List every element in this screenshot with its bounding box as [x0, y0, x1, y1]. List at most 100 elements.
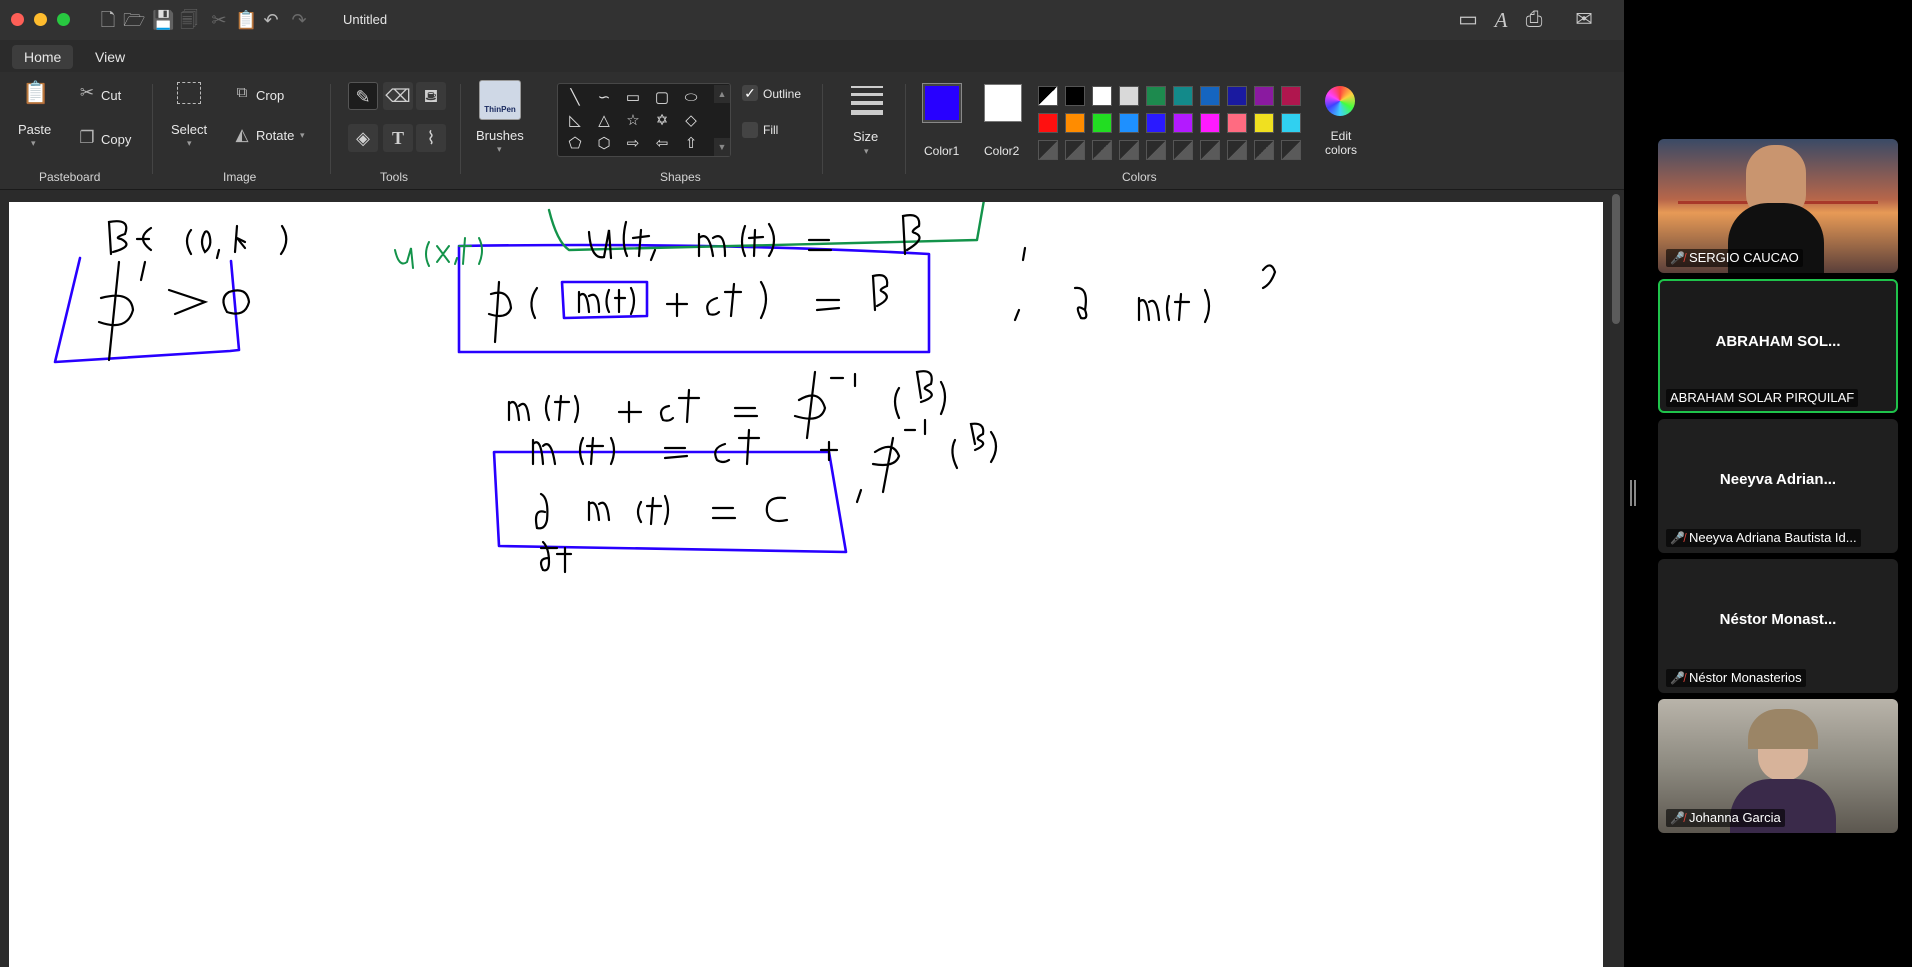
right-triangle-shape-icon[interactable]: ◺	[564, 110, 586, 132]
palette-swatch[interactable]	[1173, 86, 1193, 106]
size-lines-icon[interactable]	[851, 86, 883, 115]
rotate-button[interactable]: Rotate	[256, 128, 294, 143]
copy-button[interactable]: Copy	[101, 132, 131, 147]
palette-empty-swatch[interactable]	[1254, 140, 1274, 160]
paste-icon[interactable]: 📋	[235, 9, 257, 31]
minimize-window-button[interactable]	[34, 13, 47, 26]
palette-empty-swatch[interactable]	[1038, 140, 1058, 160]
window-layout-icon[interactable]: ▭	[1454, 7, 1482, 33]
ellipse-shape-icon[interactable]: ⬭	[680, 87, 702, 109]
palette-empty-swatch[interactable]	[1173, 140, 1193, 160]
participant-tile[interactable]: Neeyva Adrian... 🎤̸ Neeyva Adriana Bautis…	[1658, 419, 1898, 553]
palette-swatch[interactable]	[1146, 86, 1166, 106]
edit-colors-button[interactable]: Edit colors	[1322, 129, 1360, 157]
outline-checkbox[interactable]: ✓	[742, 85, 758, 101]
triangle-shape-icon[interactable]: △	[593, 110, 615, 132]
shapes-scroll-up-icon[interactable]: ▲	[714, 85, 730, 103]
zoom-window-button[interactable]	[57, 13, 70, 26]
color-wheel-icon[interactable]	[1325, 86, 1355, 116]
brushes-thumbnail-icon[interactable]: ThinPen	[479, 80, 521, 120]
cut-icon[interactable]: ✂	[208, 9, 230, 31]
palette-swatch[interactable]	[1200, 86, 1220, 106]
undo-icon[interactable]: ↶	[260, 9, 282, 31]
palette-empty-swatch[interactable]	[1065, 140, 1085, 160]
fill-checkbox[interactable]	[742, 122, 758, 138]
brushes-button[interactable]: Brushes	[476, 128, 524, 143]
rounded-rectangle-shape-icon[interactable]: ▢	[651, 87, 673, 109]
color1-swatch[interactable]	[922, 83, 962, 123]
pencil-tool-icon[interactable]: ✎	[348, 82, 378, 110]
crop-button[interactable]: Crop	[256, 88, 284, 103]
star-shape-icon[interactable]: ☆	[622, 110, 644, 132]
tab-view[interactable]: View	[83, 45, 137, 69]
palette-empty-swatch[interactable]	[1146, 140, 1166, 160]
palette-swatch[interactable]	[1254, 86, 1274, 106]
print-icon[interactable]: ⎙	[1520, 7, 1548, 33]
palette-swatch[interactable]	[1038, 113, 1058, 133]
size-dropdown-icon[interactable]: ▾	[864, 146, 869, 157]
new-file-icon[interactable]: 🗋	[97, 9, 119, 31]
eraser-tool-icon[interactable]: ⌫	[383, 82, 413, 110]
participant-tile[interactable]: 🎤̸ SERGIO CAUCAO	[1658, 139, 1898, 273]
select-marquee-icon[interactable]	[177, 82, 201, 104]
palette-swatch[interactable]	[1227, 113, 1247, 133]
close-window-button[interactable]	[11, 13, 24, 26]
participant-tile[interactable]: 🎤̸ Johanna Garcia	[1658, 699, 1898, 833]
paint-bucket-icon[interactable]: ◈	[348, 124, 378, 152]
open-folder-icon[interactable]: 🗁	[123, 9, 145, 31]
fill-bucket-tool-icon[interactable]: ⛾	[416, 82, 446, 110]
palette-swatch[interactable]	[1200, 113, 1220, 133]
redo-icon[interactable]: ↷	[288, 9, 310, 31]
shapes-scroll-down-icon[interactable]: ▼	[714, 138, 730, 156]
palette-swatch[interactable]	[1281, 86, 1301, 106]
palette-swatch[interactable]	[1173, 113, 1193, 133]
right-arrow-shape-icon[interactable]: ⇨	[622, 133, 644, 155]
palette-swatch[interactable]	[1227, 86, 1247, 106]
brushes-dropdown-icon[interactable]: ▾	[497, 144, 502, 155]
line-shape-icon[interactable]: ╲	[564, 87, 586, 109]
rotate-dropdown-icon[interactable]: ▾	[300, 130, 305, 141]
text-tool-icon[interactable]: T	[383, 124, 413, 152]
up-arrow-shape-icon[interactable]: ⇧	[680, 133, 702, 155]
diamond-shape-icon[interactable]: ◇	[680, 110, 702, 132]
left-arrow-shape-icon[interactable]: ⇦	[651, 133, 673, 155]
palette-swatch[interactable]	[1119, 113, 1139, 133]
curve-shape-icon[interactable]: ∽	[593, 87, 615, 109]
sidebar-resize-handle[interactable]	[1630, 480, 1636, 506]
palette-swatch[interactable]	[1119, 86, 1139, 106]
mail-icon[interactable]: ✉	[1570, 7, 1598, 33]
palette-empty-swatch[interactable]	[1092, 140, 1112, 160]
cut-button[interactable]: Cut	[101, 88, 121, 103]
palette-swatch[interactable]	[1092, 86, 1112, 106]
pentagon-shape-icon[interactable]: ⬠	[564, 133, 586, 155]
participant-tile-active[interactable]: ABRAHAM SOL... ABRAHAM SOLAR PIRQUILAF	[1658, 279, 1898, 413]
paste-button[interactable]: Paste	[18, 122, 51, 137]
palette-swatch[interactable]	[1065, 86, 1085, 106]
palette-swatch[interactable]	[1146, 113, 1166, 133]
palette-swatch[interactable]	[1065, 113, 1085, 133]
color-picker-icon[interactable]: ⌇	[416, 124, 446, 152]
palette-empty-swatch[interactable]	[1200, 140, 1220, 160]
save-icon[interactable]: 💾	[152, 9, 174, 31]
select-dropdown-icon[interactable]: ▾	[187, 138, 192, 149]
hexagon-shape-icon[interactable]: ⬡	[593, 133, 615, 155]
canvas-vertical-scrollbar[interactable]	[1612, 194, 1620, 324]
rectangle-shape-icon[interactable]: ▭	[622, 87, 644, 109]
palette-swatch[interactable]	[1281, 113, 1301, 133]
paste-dropdown-icon[interactable]: ▾	[31, 138, 36, 149]
palette-swatch[interactable]	[1092, 113, 1112, 133]
drawing-canvas[interactable]	[9, 202, 1603, 967]
palette-swatch[interactable]	[1254, 113, 1274, 133]
text-style-icon[interactable]: A	[1487, 7, 1515, 33]
size-button[interactable]: Size	[853, 129, 878, 144]
palette-swatch[interactable]	[1038, 86, 1058, 106]
palette-empty-swatch[interactable]	[1227, 140, 1247, 160]
palette-empty-swatch[interactable]	[1281, 140, 1301, 160]
tab-home[interactable]: Home	[12, 45, 74, 69]
select-button[interactable]: Select	[171, 122, 207, 137]
save-as-icon[interactable]: 🗐	[178, 9, 200, 31]
six-point-star-shape-icon[interactable]: ✡	[651, 110, 673, 132]
color2-swatch[interactable]	[984, 84, 1022, 122]
participant-tile[interactable]: Néstor Monast... 🎤̸ Néstor Monasterios	[1658, 559, 1898, 693]
palette-empty-swatch[interactable]	[1119, 140, 1139, 160]
